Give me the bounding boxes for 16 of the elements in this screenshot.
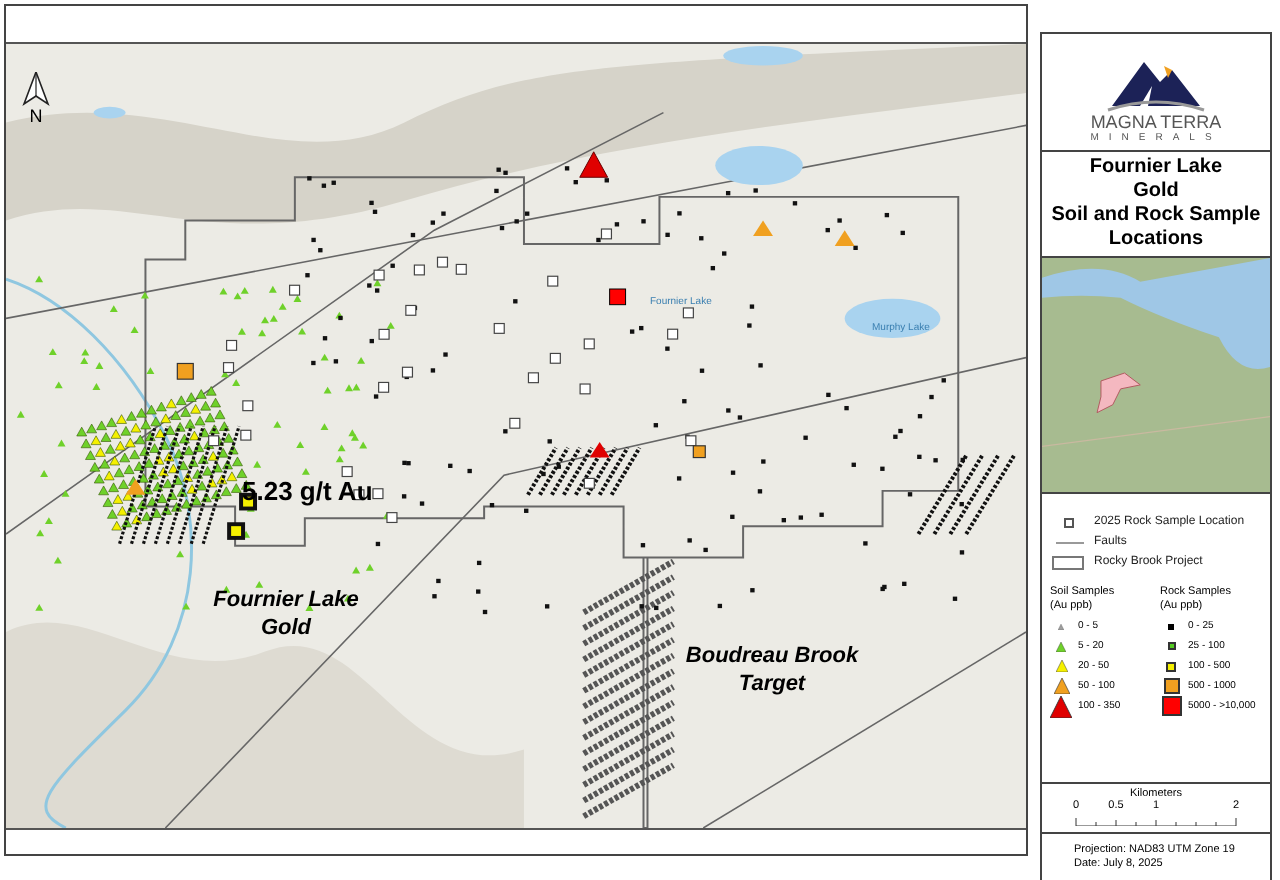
triangle-symbol-icon — [1050, 695, 1072, 718]
target-label: Fournier Lake Gold — [211, 588, 361, 643]
map-title: Fournier Lake — [1089, 156, 1223, 181]
square-symbol-icon — [1064, 518, 1074, 529]
north-label: N — [29, 108, 43, 126]
fault-line-icon — [1055, 542, 1083, 545]
scale-bar-icon — [1074, 818, 1238, 826]
triangle-symbol-icon — [1058, 623, 1064, 630]
boundary-outline-icon — [1052, 556, 1084, 571]
target-label: Boudreau Brook Target — [683, 644, 861, 699]
map-title: Gold — [1133, 180, 1179, 205]
assay-grade-label: 5.23 g/t Au — [242, 474, 373, 510]
north-arrow-icon — [22, 72, 50, 108]
logo-name: MAGNA TERRA — [1090, 114, 1222, 132]
map-title: Locations — [1108, 228, 1204, 253]
map-title: Soil and Rock Sample — [1051, 204, 1261, 229]
